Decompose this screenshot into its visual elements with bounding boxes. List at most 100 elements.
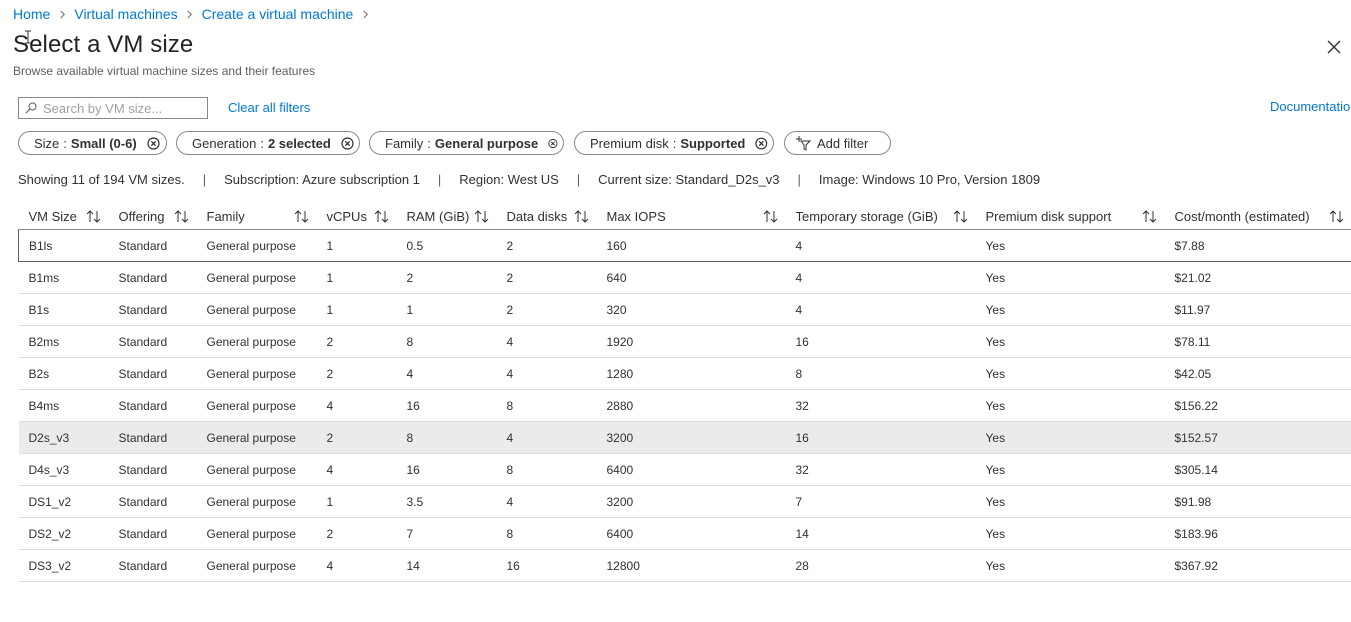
table-cell: 14 [396, 549, 497, 582]
search-field[interactable] [18, 97, 208, 119]
add-filter-button[interactable]: Add filter [784, 131, 891, 155]
sort-icon[interactable] [1329, 209, 1344, 223]
table-cell: 4 [785, 261, 976, 294]
table-row[interactable]: DS3_v2 Standard General purpose 4 14 16 12800 2… [18, 549, 1351, 582]
breadcrumb-home[interactable]: Home [13, 6, 50, 22]
table-row[interactable]: B2ms Standard General purpose 2 8 4 1920 16 Yes $… [18, 325, 1351, 358]
table-cell: 6400 [596, 453, 786, 486]
table-cell: Standard [108, 325, 197, 358]
filter-pill-family[interactable]: Family: General purpose [369, 131, 564, 155]
column-header[interactable]: VM Size [18, 203, 109, 230]
column-header[interactable]: vCPUs [316, 203, 397, 230]
table-cell: Yes [975, 517, 1165, 550]
clear-all-filters-link[interactable]: Clear all filters [228, 100, 310, 115]
sort-icon[interactable] [474, 209, 489, 223]
sort-icon[interactable] [86, 209, 101, 223]
showing-count: Showing 11 of 194 VM sizes. [18, 172, 185, 187]
column-header-label: Temporary storage (GiB) [795, 208, 938, 224]
table-cell: 32 [785, 389, 976, 422]
column-header[interactable]: Offering [108, 203, 197, 230]
sort-icon[interactable] [294, 209, 309, 223]
table-row[interactable]: DS2_v2 Standard General purpose 2 7 8 6400 14 Ye… [18, 517, 1351, 550]
remove-filter-icon[interactable] [341, 136, 354, 150]
table-cell: 2 [396, 261, 497, 294]
column-header-label: Cost/month (estimated) [1174, 208, 1310, 224]
filter-pill-size[interactable]: Size: Small (0-6) [18, 131, 167, 155]
filter-key: Generation [192, 135, 257, 151]
table-row[interactable]: B4ms Standard General purpose 4 16 8 2880 32 Yes… [18, 389, 1351, 422]
table-cell: Yes [975, 229, 1165, 262]
remove-filter-icon[interactable] [548, 137, 558, 150]
table-row[interactable]: B1ls Standard General purpose 1 0.5 2 160 4 Yes $… [18, 229, 1351, 262]
table-cell: 1 [316, 229, 397, 262]
table-cell: D4s_v3 [18, 453, 109, 486]
table-cell: 0.5 [396, 229, 497, 262]
column-header[interactable]: Premium disk support [975, 203, 1165, 230]
table-cell: General purpose [196, 549, 317, 582]
column-header[interactable]: Temporary storage (GiB) [785, 203, 976, 230]
table-cell: $78.11 [1164, 325, 1351, 358]
remove-filter-icon[interactable] [147, 136, 160, 150]
column-header[interactable]: Data disks [496, 203, 597, 230]
table-cell: 1920 [596, 325, 786, 358]
sort-icon[interactable] [763, 209, 778, 223]
table-row[interactable]: D4s_v3 Standard General purpose 4 16 8 6400 32 Y… [18, 453, 1351, 486]
close-icon[interactable] [1325, 38, 1343, 56]
filter-value: Small (0-6) [70, 135, 137, 151]
filter-pill-generation[interactable]: Generation:2 selected [176, 131, 360, 155]
table-cell: Standard [108, 485, 197, 518]
vm-size-table: VM Size Offering Family vCPUs RAM (GiB) Data … [18, 203, 1351, 582]
table-cell: $156.22 [1164, 389, 1351, 422]
breadcrumb: Home Virtual machines Create a virtual m… [13, 6, 377, 22]
breadcrumb-create-vm[interactable]: Create a virtual machine [202, 6, 354, 22]
sort-icon[interactable] [1142, 209, 1157, 223]
table-cell: 16 [785, 325, 976, 358]
add-filter-label: Add filter [817, 135, 869, 151]
table-cell: $42.05 [1164, 357, 1351, 390]
table-cell: General purpose [196, 325, 317, 358]
sort-icon[interactable] [574, 209, 589, 223]
column-header[interactable]: Family [196, 203, 317, 230]
search-input[interactable] [43, 100, 193, 116]
remove-filter-icon[interactable] [755, 137, 768, 150]
table-cell: $305.14 [1164, 453, 1351, 486]
table-cell: General purpose [196, 517, 317, 550]
column-header-label: vCPUs [326, 208, 367, 224]
table-cell: DS3_v2 [18, 549, 109, 582]
column-header-label: Family [206, 208, 245, 224]
subscription-info: Subscription: Azure subscription 1 [224, 172, 420, 187]
table-row[interactable]: B1ms Standard General purpose 1 2 2 640 4 Yes $21… [18, 261, 1351, 294]
documentation-link[interactable]: Documentatio [1270, 99, 1350, 114]
table-cell: General purpose [196, 261, 317, 294]
summary-divider: | [797, 172, 801, 187]
table-cell: 2 [316, 517, 397, 550]
table-row[interactable]: D2s_v3 Standard General purpose 2 8 4 3200 16 Ye… [18, 421, 1351, 454]
sort-icon[interactable] [374, 209, 389, 223]
column-header[interactable]: Cost/month (estimated) [1164, 203, 1351, 230]
table-row[interactable]: B1s Standard General purpose 1 1 2 320 4 Yes $11.… [18, 293, 1351, 326]
filter-key: Family [385, 135, 424, 151]
summary-divider: | [202, 172, 207, 187]
table-cell: Standard [108, 421, 197, 454]
add-filter-icon [796, 136, 811, 151]
table-cell: 4 [316, 549, 397, 582]
table-row[interactable]: DS1_v2 Standard General purpose 1 3.5 4 3200 7 Y… [18, 485, 1351, 518]
table-cell: $11.97 [1164, 293, 1351, 326]
table-row[interactable]: B2s Standard General purpose 2 4 4 1280 8 Yes $42… [18, 357, 1351, 390]
table-cell: 640 [596, 261, 786, 294]
table-cell: 7 [785, 485, 976, 518]
table-cell: 4 [316, 389, 397, 422]
table-cell: Yes [975, 389, 1165, 422]
sort-icon[interactable] [953, 209, 968, 223]
table-cell: 6400 [596, 517, 786, 550]
table-cell: 8 [496, 453, 597, 486]
filter-pill-premium-disk[interactable]: Premium disk: Supported [574, 131, 774, 155]
filter-value: 2 selected [267, 135, 331, 151]
results-summary: Showing 11 of 194 VM sizes. | Subscripti… [18, 172, 1040, 187]
table-cell: $7.88 [1164, 229, 1351, 262]
breadcrumb-virtual-machines[interactable]: Virtual machines [74, 6, 177, 22]
column-header[interactable]: RAM (GiB) [396, 203, 497, 230]
sort-icon[interactable] [174, 209, 189, 223]
table-cell: General purpose [196, 485, 317, 518]
column-header[interactable]: Max IOPS [596, 203, 786, 230]
